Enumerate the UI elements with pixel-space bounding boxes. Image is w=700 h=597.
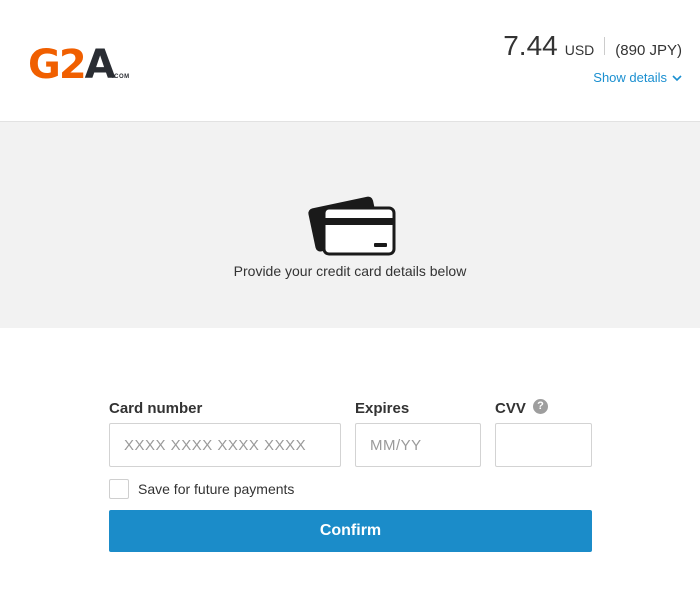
save-payment-checkbox[interactable] (109, 479, 129, 499)
question-circle-icon[interactable]: ? (533, 399, 548, 414)
price-amount: 7.44 (503, 30, 558, 61)
price-currency: USD (564, 42, 595, 58)
cvv-label: CVV (495, 400, 526, 417)
show-details-link[interactable]: Show details (593, 70, 682, 85)
credit-card-icon (308, 196, 396, 256)
cvv-input[interactable] (495, 423, 592, 467)
card-number-input[interactable] (109, 423, 341, 467)
card-number-label: Card number (109, 400, 203, 417)
info-message: Provide your credit card details below (233, 263, 467, 279)
price-alt-currency: (890 JPY) (615, 42, 682, 59)
expires-input[interactable] (355, 423, 481, 467)
save-payment-label: Save for future payments (138, 481, 295, 497)
price-divider (604, 37, 606, 55)
show-details-label: Show details (593, 70, 667, 85)
price-line: 7.44 USD (890 JPY) (503, 30, 682, 62)
logo-text-main: G2 (28, 42, 87, 88)
price-summary: 7.44 USD (890 JPY) Show details (503, 30, 682, 87)
g2a-logo: G2 A .COM (28, 42, 129, 88)
payment-page: G2 A .COM 7.44 USD (890 JPY) Show details (0, 0, 700, 597)
confirm-button[interactable]: Confirm (109, 510, 592, 552)
chevron-down-icon (672, 74, 682, 81)
expires-label: Expires (355, 400, 410, 417)
logo-sub: .COM (112, 74, 130, 80)
logo-text-accent: A (84, 42, 116, 88)
header: G2 A .COM 7.44 USD (890 JPY) Show details (0, 0, 700, 122)
